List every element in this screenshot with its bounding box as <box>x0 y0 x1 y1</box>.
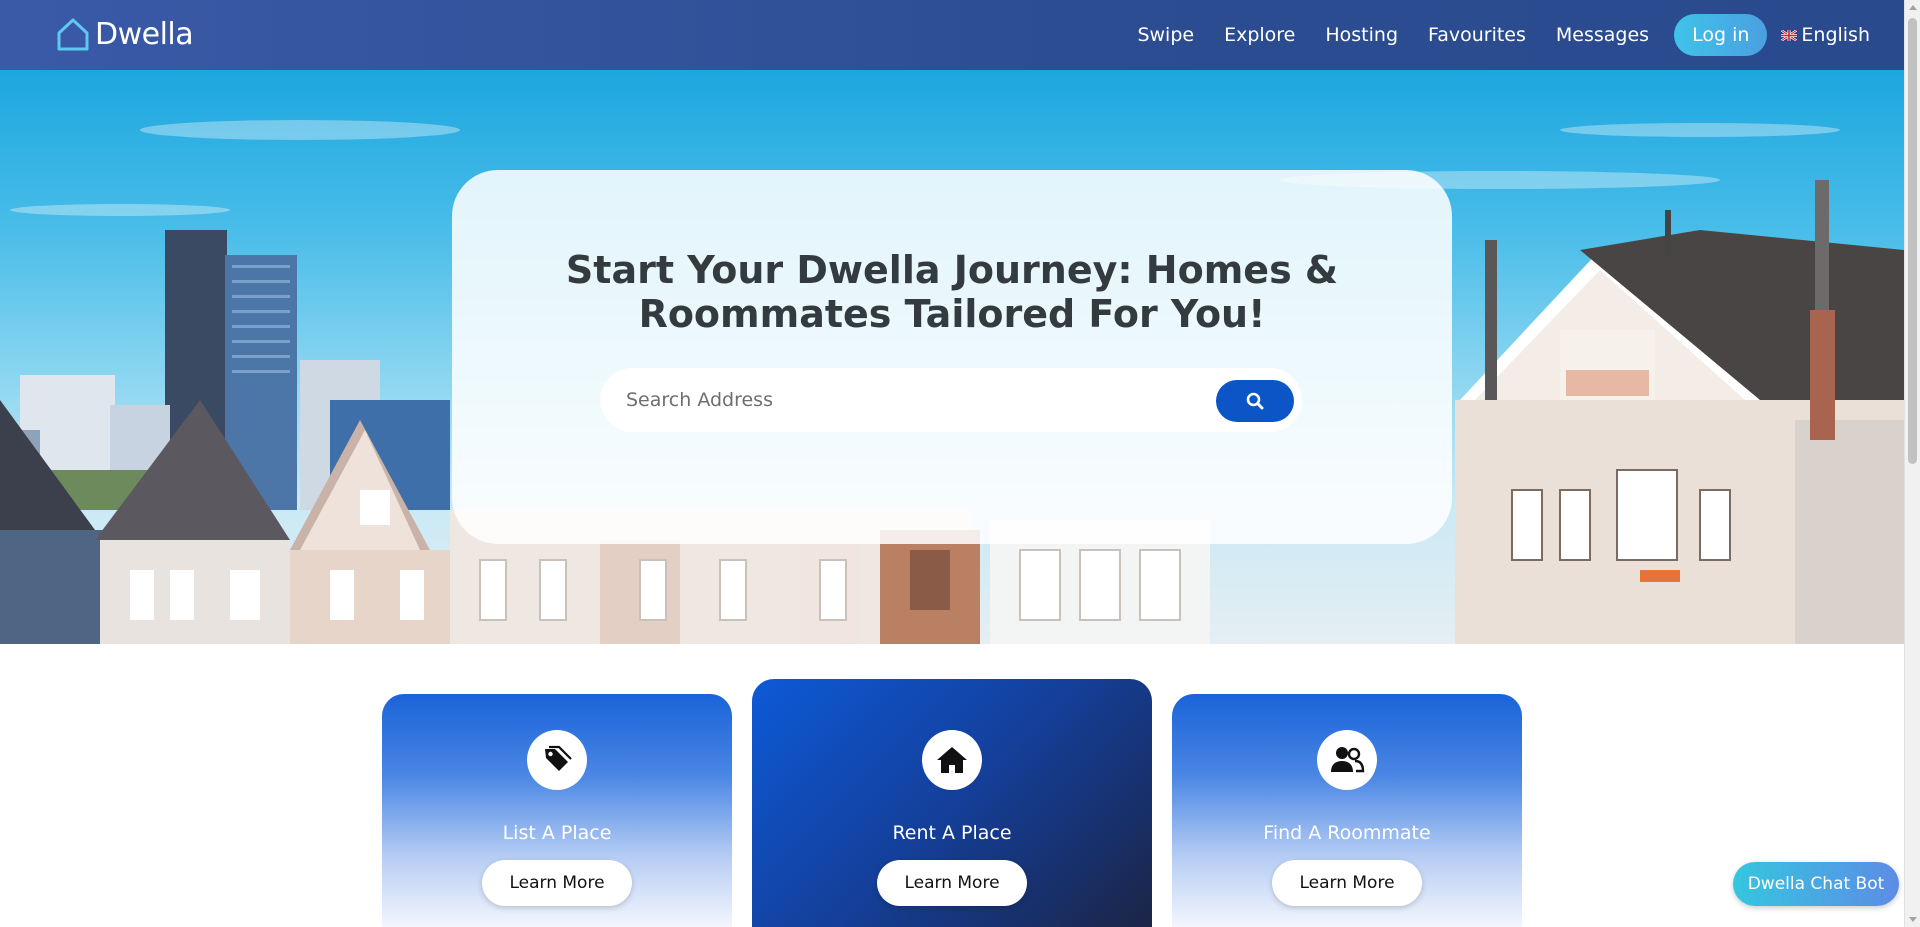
learn-more-button[interactable]: Learn More <box>1272 860 1422 906</box>
search-icon <box>1246 392 1264 410</box>
nav-link-explore[interactable]: Explore <box>1224 24 1295 46</box>
card-icon-circle <box>922 730 982 790</box>
card-rent-a-place: Rent A Place Learn More <box>752 679 1152 927</box>
nav-link-hosting[interactable]: Hosting <box>1325 24 1398 46</box>
scroll-up-arrow[interactable] <box>1909 5 1917 10</box>
nav-links: Swipe Explore Hosting Favourites Message… <box>1122 0 1870 70</box>
hero-section: Start Your Dwella Journey: Homes & Roomm… <box>0 70 1904 644</box>
brand-name: Dwella <box>95 16 194 52</box>
users-icon <box>1331 747 1365 773</box>
nav-link-messages[interactable]: Messages <box>1556 24 1649 46</box>
home-icon <box>937 747 967 773</box>
nav-link-favourites[interactable]: Favourites <box>1428 24 1526 46</box>
card-find-a-roommate: Find A Roommate Learn More <box>1172 694 1522 927</box>
card-title: Rent A Place <box>892 822 1012 844</box>
search-address-input[interactable] <box>624 368 1194 432</box>
learn-more-button[interactable]: Learn More <box>482 860 632 906</box>
language-selector[interactable]: English <box>1781 24 1870 46</box>
house-outline-icon <box>57 18 89 51</box>
search-button[interactable] <box>1216 380 1294 422</box>
login-button[interactable]: Log in <box>1674 14 1768 56</box>
card-title: Find A Roommate <box>1263 822 1431 844</box>
tags-icon <box>545 745 572 771</box>
card-list-a-place: List A Place Learn More <box>382 694 732 927</box>
learn-more-button[interactable]: Learn More <box>877 860 1027 906</box>
hero-title: Start Your Dwella Journey: Homes & Roomm… <box>565 248 1339 336</box>
page-scrollbar[interactable] <box>1904 0 1920 927</box>
scroll-down-arrow[interactable] <box>1909 917 1917 922</box>
scrollbar-thumb[interactable] <box>1908 18 1917 464</box>
card-icon-circle <box>527 730 587 790</box>
feature-cards-section: List A Place Learn More Rent A Place Lea… <box>0 644 1904 927</box>
card-icon-circle <box>1317 730 1377 790</box>
card-title: List A Place <box>502 822 612 844</box>
nav-link-swipe[interactable]: Swipe <box>1137 24 1194 46</box>
chatbot-button[interactable]: Dwella Chat Bot <box>1733 862 1899 906</box>
search-bar <box>600 368 1302 432</box>
top-navbar: Dwella Swipe Explore Hosting Favourites … <box>0 0 1904 70</box>
brand-logo-link[interactable]: Dwella <box>55 16 194 52</box>
hero-search-card: Start Your Dwella Journey: Homes & Roomm… <box>452 170 1452 544</box>
uk-flag-icon <box>1781 29 1798 41</box>
language-label: English <box>1801 24 1870 46</box>
